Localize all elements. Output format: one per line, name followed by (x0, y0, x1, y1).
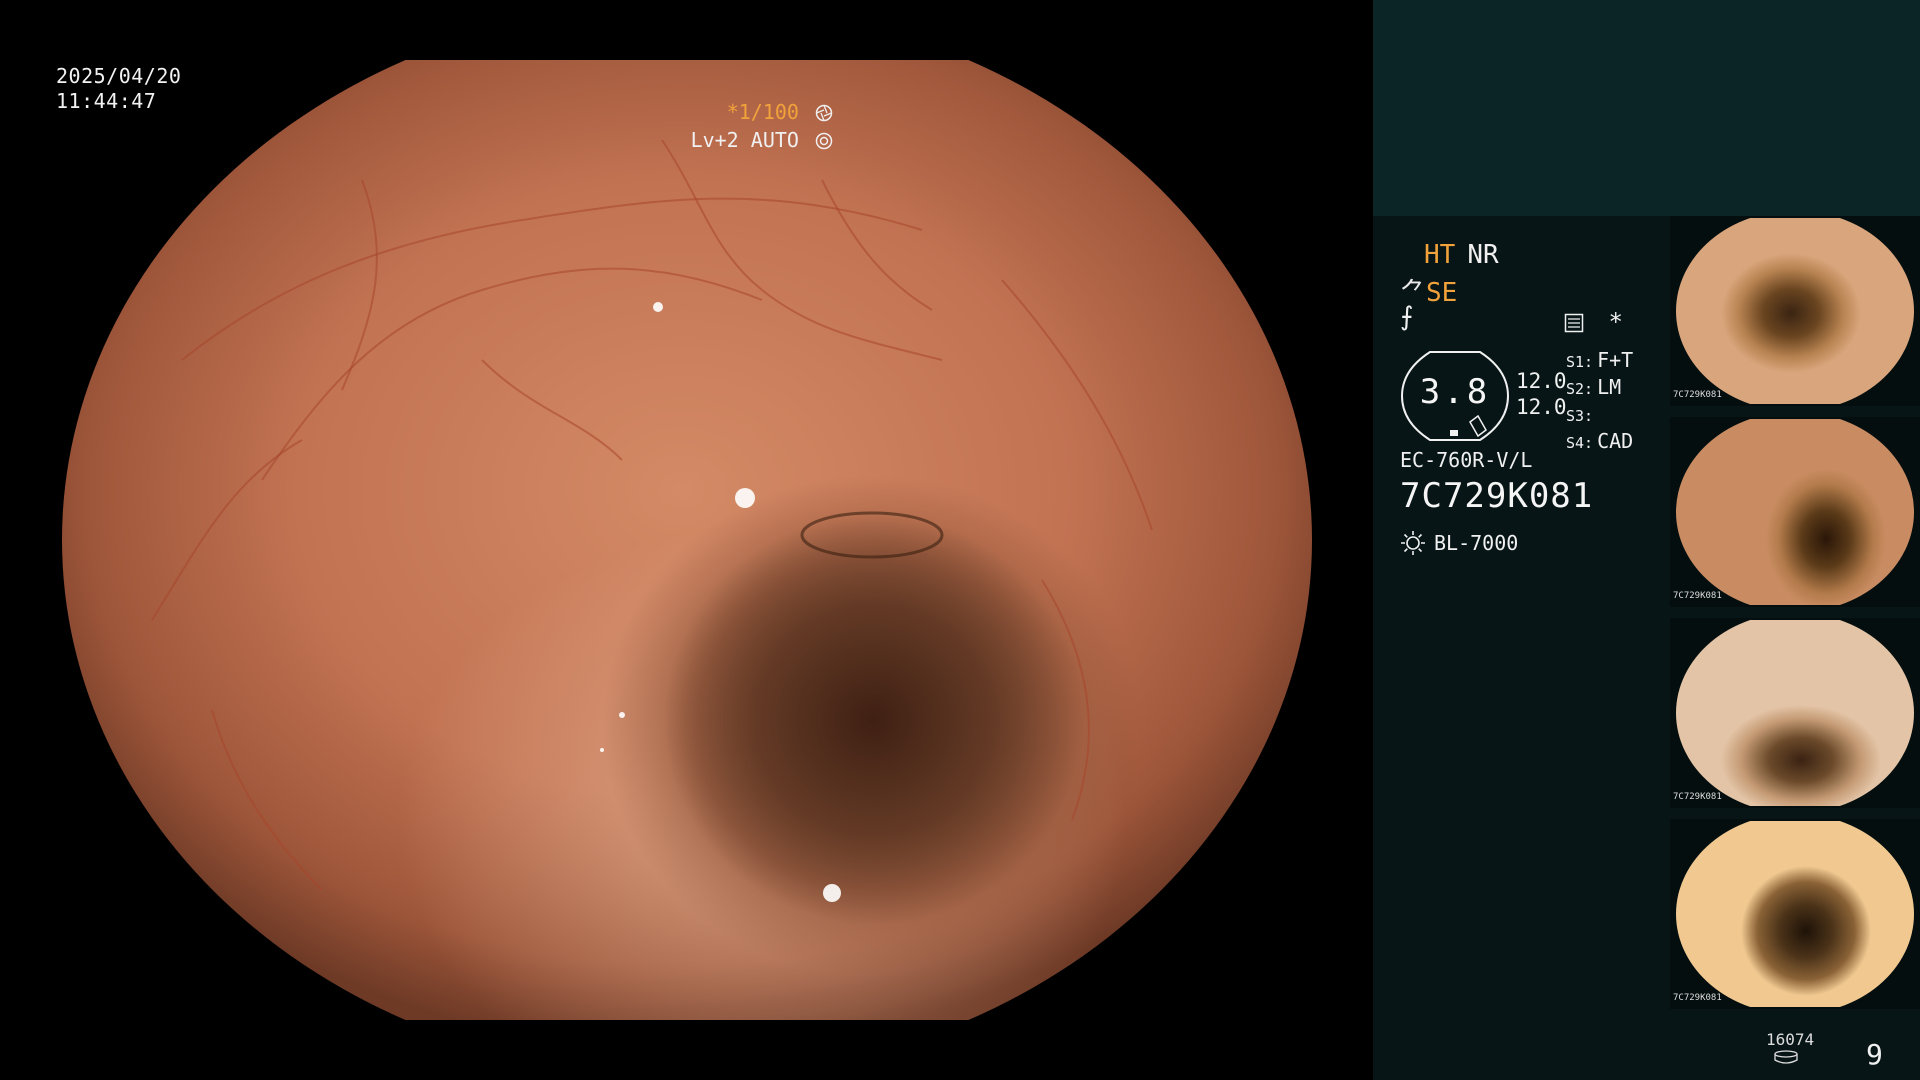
time-text: 11:44:47 (56, 89, 157, 113)
aperture-icon (815, 104, 833, 122)
thumbnail-image (1676, 821, 1914, 1007)
scope-model: EC-760R-V/L (1400, 448, 1533, 472)
light-level: Lv+2 (690, 128, 739, 152)
switch-s1: S1: F+T (1566, 348, 1633, 375)
counter-value: 16074 (1766, 1030, 1815, 1049)
storage-counter: 16074 (1766, 1030, 1815, 1068)
switch-value: F+T (1597, 348, 1634, 372)
thumbnail[interactable]: 7C729K081 (1670, 819, 1920, 1009)
switch-assignments: S1: F+T S2: LM S3: S4: CAD (1566, 348, 1633, 456)
thumbnail-label: 7C729K081 (1673, 993, 1722, 1003)
f-symbol: ⨍ (1400, 302, 1414, 332)
panel-header-area (1373, 0, 1920, 216)
shutter-speed: *1/100 (726, 100, 799, 124)
nr-indicator: NR (1467, 240, 1499, 270)
endoscopic-image (62, 60, 1312, 1020)
switch-key: S4: (1566, 434, 1594, 452)
thumbnail-image (1676, 218, 1914, 404)
memory-icon (1564, 313, 1584, 333)
switch-key: S3: (1566, 407, 1594, 425)
switch-s3: S3: (1566, 402, 1633, 429)
mode-icons: * (1564, 308, 1623, 336)
switch-s2: S2: LM (1566, 375, 1633, 402)
endoscope-view: 2025/04/20 11:44:47 *1/100 Lv+2 AUTO (0, 0, 1373, 1080)
thumbnail-image (1676, 620, 1914, 806)
level-2: 12.0 (1516, 395, 1567, 419)
thumbnail-label: 7C729K081 (1673, 792, 1722, 802)
thumbnail-image (1676, 419, 1914, 605)
iris-icon (815, 132, 833, 150)
level-1: 12.0 (1516, 369, 1567, 393)
thumbnail[interactable]: 7C729K081 (1670, 417, 1920, 607)
switch-key: S2: (1566, 380, 1594, 398)
ht-indicator: HT (1424, 240, 1456, 270)
light-source-row: BL-7000 (1400, 530, 1518, 556)
endoscopy-screen: 2025/04/20 11:44:47 *1/100 Lv+2 AUTO HT … (0, 0, 1920, 1080)
switch-value: CAD (1597, 429, 1634, 453)
scope-status: *1/100 Lv+2 AUTO (691, 98, 833, 154)
date-text: 2025/04/20 (56, 64, 182, 88)
level-values: 12.0 12.0 (1516, 368, 1567, 420)
thumbnail[interactable]: 7C729K081 (1670, 216, 1920, 406)
thumbnail-label: 7C729K081 (1673, 390, 1722, 400)
zoom-value: 3.8 (1419, 372, 1491, 412)
se-indicator: SE (1426, 278, 1458, 308)
switch-key: S1: (1566, 353, 1594, 371)
page-number: 9 (1866, 1038, 1883, 1071)
thumbnail[interactable]: 7C729K081 (1670, 618, 1920, 808)
vessel-pattern (151, 139, 1153, 902)
enhancement-row: HT NR (1424, 240, 1499, 270)
switch-s4: S4: CAD (1566, 429, 1633, 456)
storage-icon (1774, 1050, 1798, 1064)
light-source-name: BL-7000 (1434, 531, 1519, 555)
asterisk-icon: * (1608, 308, 1623, 336)
thumbnail-label: 7C729K081 (1673, 591, 1722, 601)
switch-value: LM (1597, 375, 1622, 399)
sun-icon (1401, 531, 1425, 555)
scope-serial: 7C729K081 (1400, 476, 1594, 516)
iris-mode: AUTO (750, 128, 799, 152)
date-time-readout: 2025/04/20 11:44:47 (56, 64, 181, 114)
capture-thumbnails: 7C729K081 7C729K081 7C729K081 7C729K081 (1670, 216, 1920, 1020)
